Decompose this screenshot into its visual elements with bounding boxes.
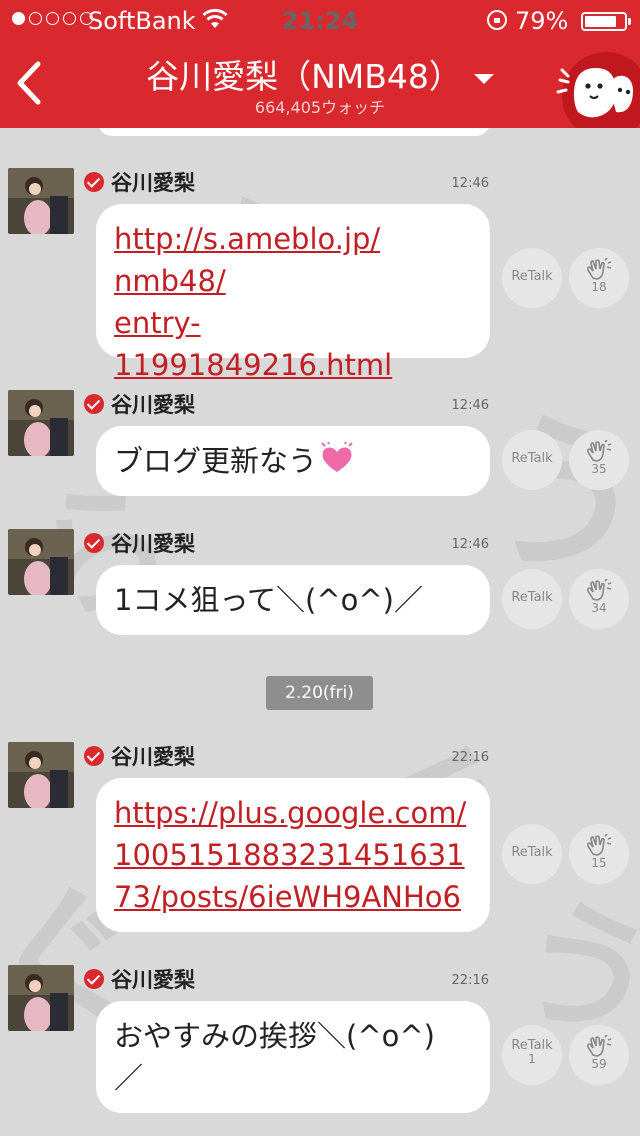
avatar[interactable] xyxy=(8,742,74,808)
message-bubble: おやすみの挨拶＼(^o^) ／ xyxy=(96,1001,490,1113)
clap-icon xyxy=(586,258,612,280)
top-bar: SoftBank 21:24 79% 谷川愛梨（NMB48） 664,405ウォ… xyxy=(0,0,640,140)
message-link[interactable]: http://s.ameblo.jp/ nmb48/ entry-1199184… xyxy=(114,218,472,386)
verified-check-icon xyxy=(84,533,104,553)
talk-title-dropdown[interactable]: 谷川愛梨（NMB48） xyxy=(120,50,520,98)
author-row: 谷川愛梨 xyxy=(84,965,195,993)
clap-icon xyxy=(586,1035,612,1057)
message-text: 1コメ狙って＼(^o^)／ xyxy=(114,583,423,617)
message-time: 22:16 xyxy=(451,973,489,988)
retalk-count: 1 xyxy=(528,1052,536,1066)
clap-button[interactable]: 59 xyxy=(569,1025,629,1085)
author-name: 谷川愛梨 xyxy=(111,968,195,992)
message-link[interactable]: https://plus.google.com/ 100515188323145… xyxy=(114,792,472,918)
clap-button[interactable]: 15 xyxy=(569,824,629,884)
clap-button[interactable]: 35 xyxy=(569,430,629,490)
clap-count: 59 xyxy=(591,1057,607,1071)
message-bubble: 1コメ狙って＼(^o^)／ xyxy=(96,565,490,635)
message-bubble: ブログ更新なう xyxy=(96,426,490,496)
verified-check-icon xyxy=(84,969,104,989)
clap-count: 18 xyxy=(591,280,607,294)
author-row: 谷川愛梨 xyxy=(84,390,195,418)
message-bubble: http://s.ameblo.jp/ nmb48/ entry-1199184… xyxy=(96,204,490,382)
clap-count: 34 xyxy=(591,601,607,615)
avatar[interactable] xyxy=(8,168,74,234)
message-bubble: https://plus.google.com/ 100515188323145… xyxy=(96,778,490,932)
clap-icon xyxy=(586,579,612,601)
message-time: 12:46 xyxy=(451,398,489,413)
author-name: 谷川愛梨 xyxy=(111,393,195,417)
clap-button[interactable]: 18 xyxy=(569,248,629,308)
page-title: 谷川愛梨（NMB48） xyxy=(146,57,462,96)
rotation-lock-icon xyxy=(487,10,507,30)
date-separator: 2.20(fri) xyxy=(266,676,373,710)
retalk-button[interactable]: ReTalk xyxy=(502,824,562,884)
author-row: 谷川愛梨 xyxy=(84,168,195,196)
battery-icon xyxy=(581,12,631,31)
verified-check-icon xyxy=(84,746,104,766)
message-time: 22:16 xyxy=(451,750,489,765)
author-name: 谷川愛梨 xyxy=(111,171,195,195)
heart-emoji-icon xyxy=(319,440,355,485)
clap-icon xyxy=(586,440,612,462)
status-bar: SoftBank 21:24 79% xyxy=(0,0,640,40)
retalk-button[interactable]: ReTalk 1 xyxy=(502,1025,562,1085)
author-row: 谷川愛梨 xyxy=(84,742,195,770)
watcher-count: 664,405ウォッチ xyxy=(254,98,386,117)
avatar[interactable] xyxy=(8,965,74,1031)
battery-percent: 79% xyxy=(515,7,569,35)
message-text: ブログ更新なう xyxy=(114,444,318,478)
chevron-down-icon xyxy=(473,73,494,84)
avatar[interactable] xyxy=(8,529,74,595)
clap-count: 35 xyxy=(591,462,607,476)
message-text: おやすみの挨拶＼(^o^) xyxy=(114,1019,435,1053)
retalk-button[interactable]: ReTalk xyxy=(502,569,562,629)
clap-button[interactable]: 34 xyxy=(569,569,629,629)
clap-icon xyxy=(586,834,612,856)
retalk-button[interactable]: ReTalk xyxy=(502,430,562,490)
clap-count: 15 xyxy=(591,856,607,870)
message-time: 12:46 xyxy=(451,176,489,191)
avatar[interactable] xyxy=(8,390,74,456)
verified-check-icon xyxy=(84,394,104,414)
author-row: 谷川愛梨 xyxy=(84,529,195,557)
retalk-button[interactable]: ReTalk xyxy=(502,248,562,308)
back-button[interactable] xyxy=(10,58,50,108)
message-text: ／ xyxy=(114,1061,144,1095)
verified-check-icon xyxy=(84,172,104,192)
author-name: 谷川愛梨 xyxy=(111,532,195,556)
author-name: 谷川愛梨 xyxy=(111,745,195,769)
mascot-menu-button[interactable] xyxy=(554,52,640,140)
message-time: 12:46 xyxy=(451,537,489,552)
